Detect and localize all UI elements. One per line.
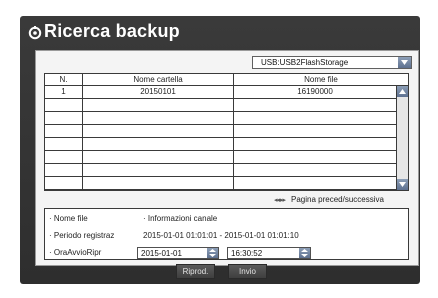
column-header-folder-name: Nome cartella bbox=[83, 74, 234, 86]
up-down-arrows-icon bbox=[301, 249, 308, 257]
dialog-title: Ricerca backup bbox=[44, 21, 180, 41]
file-name-label: · Nome file bbox=[49, 214, 88, 223]
cell-folder-name bbox=[83, 177, 234, 190]
cell-file-name bbox=[234, 112, 396, 125]
cell-file-name: 16190000 bbox=[297, 87, 333, 96]
chevron-down-icon bbox=[401, 60, 408, 65]
cell-folder-name bbox=[83, 112, 234, 125]
dialog-content: USB:USB2FlashStorage N. Nome cartella No… bbox=[35, 50, 419, 266]
recording-period-value: 2015-01-01 01:01:01 - 2015-01-01 01:01:1… bbox=[143, 231, 299, 240]
start-time-value: 16:30:52 bbox=[231, 249, 263, 258]
cell-number bbox=[45, 151, 83, 164]
table-row[interactable]: 1 20150101 16190000 bbox=[45, 86, 396, 99]
cell-number bbox=[45, 125, 83, 138]
cell-number: 1 bbox=[45, 86, 83, 99]
time-spinner-button[interactable] bbox=[299, 248, 310, 258]
dropdown-arrow-button[interactable] bbox=[398, 57, 411, 68]
storage-device-select[interactable]: USB:USB2FlashStorage bbox=[252, 56, 412, 69]
send-button[interactable]: Invio bbox=[228, 264, 267, 279]
cell-file-name bbox=[234, 138, 396, 151]
storage-device-value: USB:USB2FlashStorage bbox=[261, 58, 349, 67]
table-row[interactable] bbox=[45, 99, 396, 112]
prev-next-arrows-icon[interactable]: ◂◂ ▸▸ bbox=[274, 197, 286, 204]
cell-file-name bbox=[234, 99, 396, 112]
table-header-row: N. Nome cartella Nome file bbox=[45, 74, 408, 86]
date-spinner-button[interactable] bbox=[207, 248, 218, 258]
page-navigation[interactable]: ◂◂ ▸▸ Pagina preced/successiva bbox=[274, 195, 384, 204]
channel-info-label: · Informazioni canale bbox=[143, 214, 218, 223]
recording-period-label: · Periodo registraz bbox=[49, 231, 115, 240]
table-row[interactable] bbox=[45, 125, 396, 138]
cell-number bbox=[45, 99, 83, 112]
table-row[interactable] bbox=[45, 138, 396, 151]
table-row[interactable] bbox=[45, 177, 396, 190]
cell-number bbox=[45, 164, 83, 177]
playback-start-time-label: · OraAvvioRipr bbox=[49, 248, 102, 257]
page-navigation-label: Pagina preced/successiva bbox=[291, 195, 384, 204]
column-header-file-name: Nome file bbox=[304, 75, 338, 84]
cell-folder-name bbox=[83, 164, 234, 177]
table-row[interactable] bbox=[45, 112, 396, 125]
scroll-up-button[interactable] bbox=[397, 86, 408, 97]
cell-number bbox=[45, 112, 83, 125]
table-row[interactable] bbox=[45, 164, 396, 177]
cell-folder-name bbox=[83, 138, 234, 151]
cell-folder-name: 20150101 bbox=[83, 86, 234, 99]
scroll-down-button[interactable] bbox=[397, 179, 408, 190]
cell-folder-name bbox=[83, 151, 234, 164]
cell-folder-name bbox=[83, 125, 234, 138]
table-scrollbar[interactable] bbox=[396, 86, 408, 190]
backup-file-table: N. Nome cartella Nome file 1 20150101 1619… bbox=[44, 73, 409, 191]
cell-number bbox=[45, 138, 83, 151]
settings-gear-icon bbox=[28, 26, 42, 40]
cell-file-name bbox=[234, 151, 396, 164]
scroll-track[interactable] bbox=[397, 97, 408, 179]
cell-file-name bbox=[234, 164, 396, 177]
start-date-value: 2015-01-01 bbox=[141, 249, 182, 258]
start-date-field[interactable]: 2015-01-01 bbox=[137, 247, 219, 259]
cell-file-name bbox=[234, 177, 396, 190]
cell-number bbox=[45, 177, 83, 190]
table-row[interactable] bbox=[45, 151, 396, 164]
play-button[interactable]: Riprod. bbox=[176, 264, 215, 279]
backup-search-dialog: Ricerca backup USB:USB2FlashStorage N. N… bbox=[20, 16, 420, 284]
column-header-number: N. bbox=[45, 74, 83, 86]
cell-folder-name bbox=[83, 99, 234, 112]
chevron-up-icon bbox=[399, 89, 406, 94]
file-info-panel: · Nome file · Informazioni canale · Peri… bbox=[44, 208, 409, 260]
up-down-arrows-icon bbox=[209, 249, 216, 257]
cell-file-name bbox=[234, 125, 396, 138]
dialog-titlebar: Ricerca backup bbox=[20, 16, 420, 52]
start-time-field[interactable]: 16:30:52 bbox=[227, 247, 311, 259]
chevron-down-icon bbox=[399, 182, 406, 187]
